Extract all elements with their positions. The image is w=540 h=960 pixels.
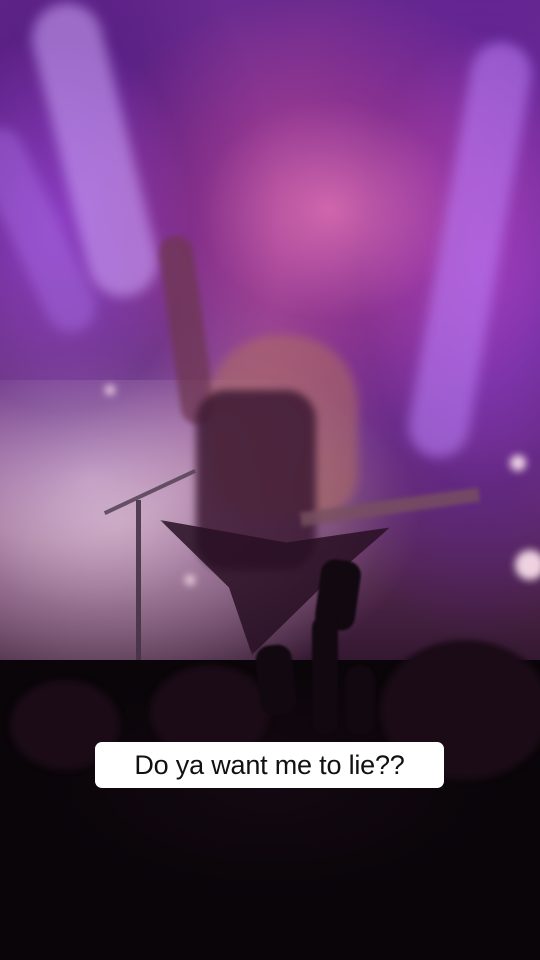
- concert-video-frame[interactable]: Do ya want me to lie??: [0, 0, 540, 960]
- stage-light: [185, 575, 195, 585]
- mic-boom: [103, 469, 197, 515]
- raised-hand: [254, 643, 298, 717]
- stage-light: [105, 385, 115, 395]
- raised-hand: [345, 665, 375, 735]
- stage-light: [515, 550, 540, 580]
- stage-light: [510, 455, 526, 471]
- caption-box: Do ya want me to lie??: [95, 742, 444, 788]
- caption-text: Do ya want me to lie??: [134, 749, 405, 780]
- raised-arm-crowd: [312, 615, 338, 735]
